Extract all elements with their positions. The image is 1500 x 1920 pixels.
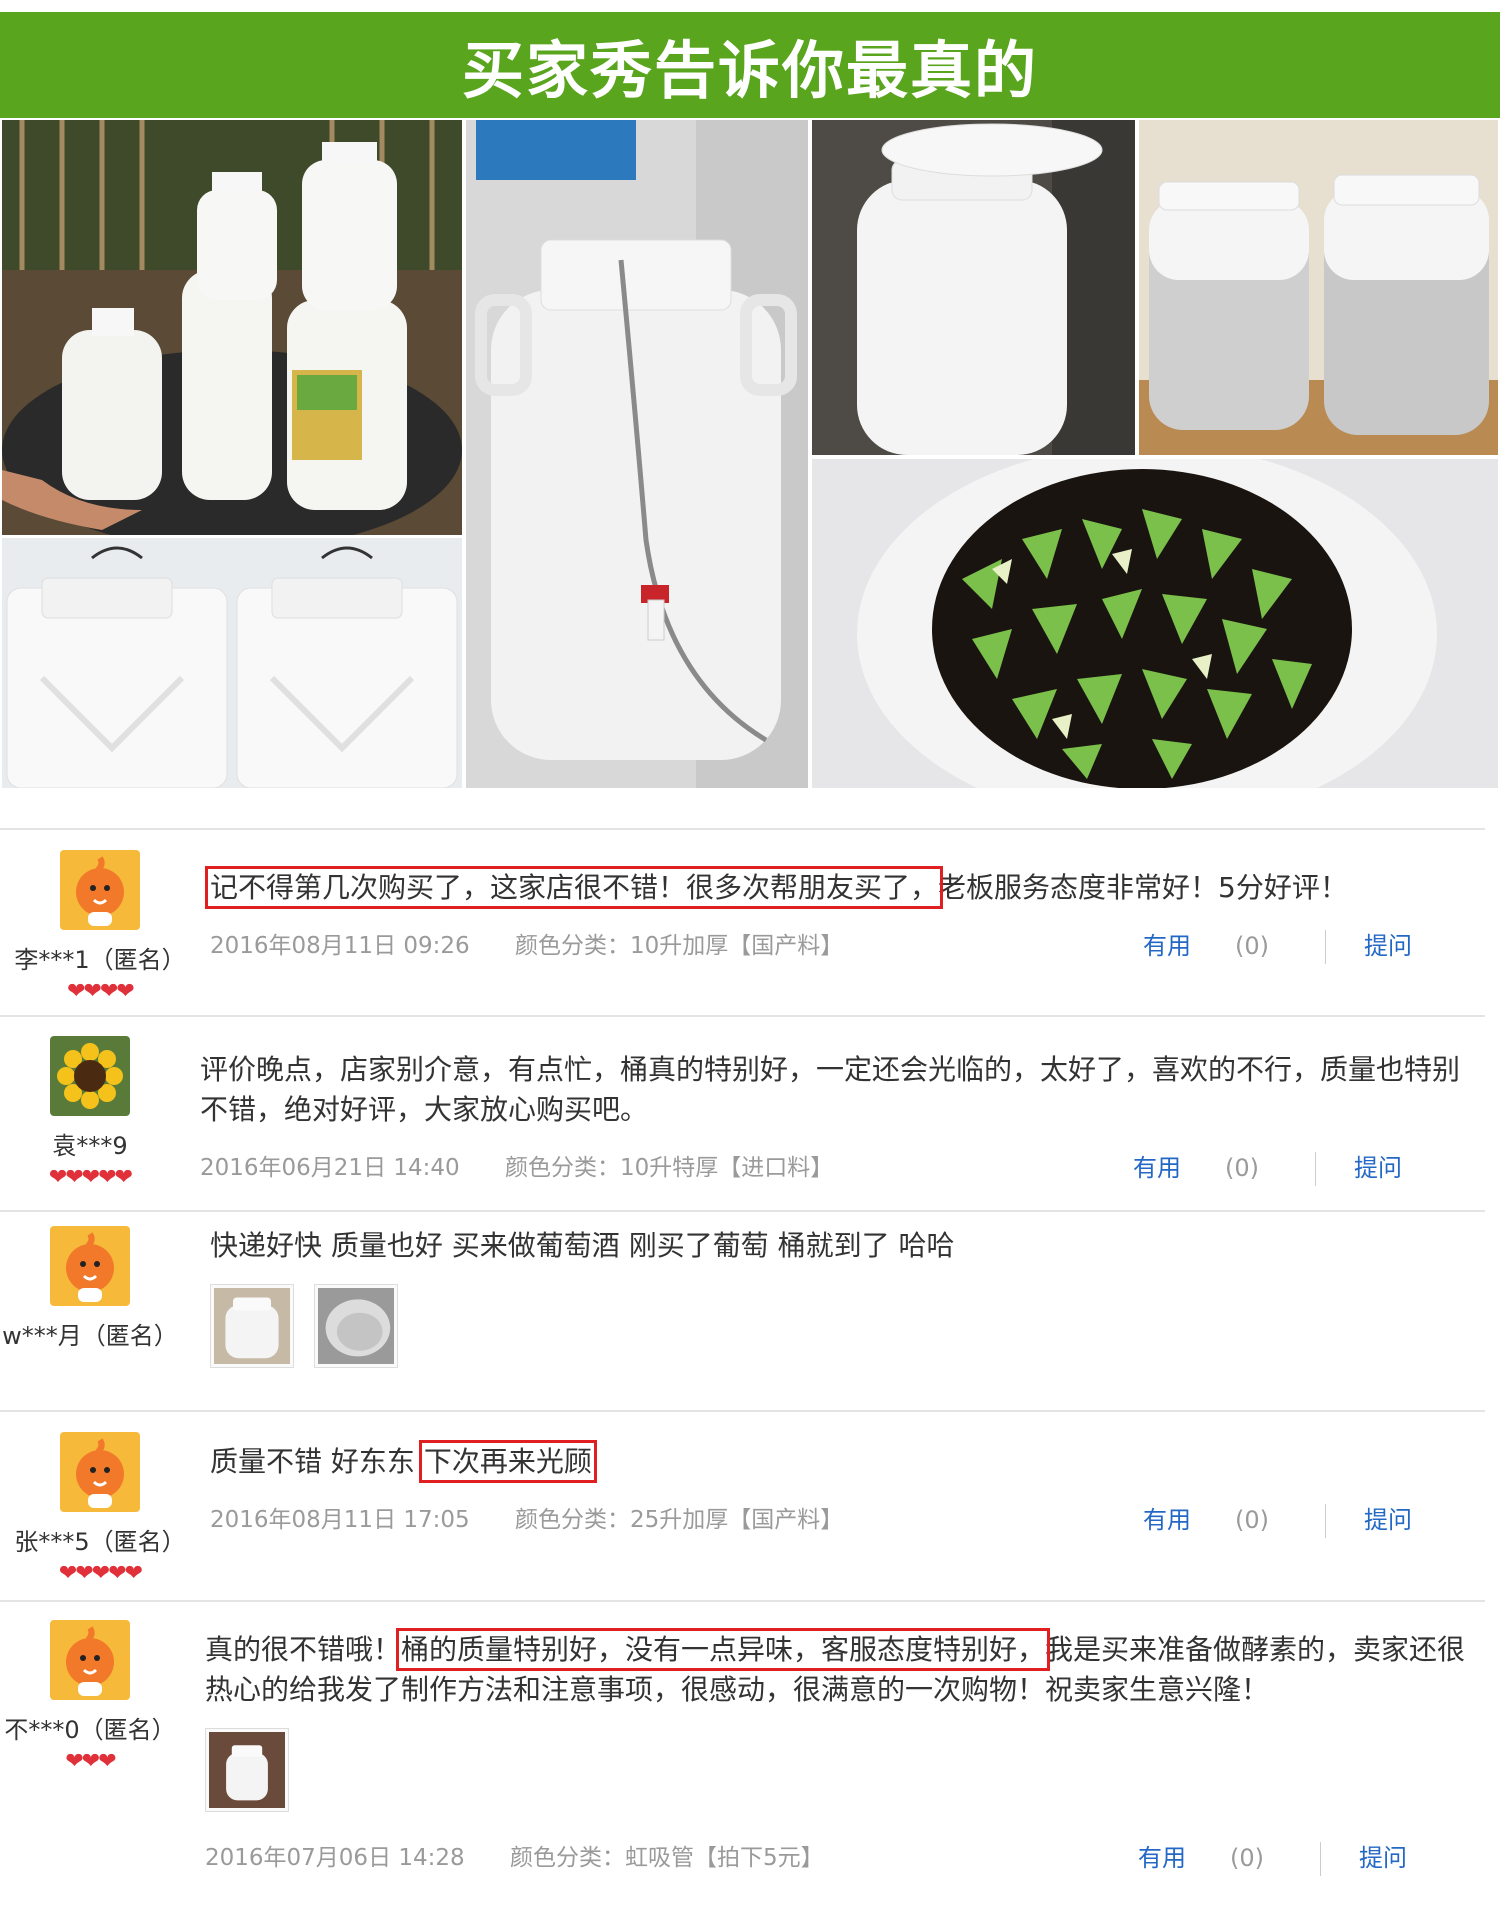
ask-button[interactable]: 提问 — [1354, 1154, 1402, 1182]
photo-apple-enzyme[interactable] — [812, 459, 1498, 788]
useful-count: (0) — [1225, 1154, 1259, 1182]
rating-hearts: ❤❤❤❤❤ — [48, 1165, 133, 1190]
useful-count: (0) — [1230, 1844, 1264, 1872]
useful-button[interactable]: 有用 — [1143, 932, 1191, 960]
rating-hearts: ❤❤❤ — [65, 1749, 116, 1774]
review-actions: 有用 (0) 提问 — [1138, 1838, 1445, 1876]
review-content: 评价晚点，店家别介意，有点忙，桶真的特别好，一定还会光临的，太好了，喜欢的不行，… — [200, 1050, 1470, 1186]
highlighted-text: 桶的质量特别好，没有一点异味，客服态度特别好， — [396, 1628, 1051, 1671]
photo-barrel-open[interactable] — [812, 120, 1135, 455]
avatar[interactable] — [50, 1036, 130, 1116]
review-text: 真的很不错哦！桶的质量特别好，没有一点异味，客服态度特别好，我是买来准备做酵素的… — [205, 1628, 1475, 1710]
separator — [1315, 1152, 1316, 1186]
review-photo-thumb[interactable] — [210, 1284, 294, 1368]
review-meta: 2016年08月11日 09:26 颜色分类：10升加厚【国产料】 有用 (0) 提… — [210, 926, 1480, 964]
review-content: 快递好快 质量也好 买来做葡萄酒 刚买了葡萄 桶就到了 哈哈 — [210, 1226, 1480, 1368]
reviewer-name: 张***5（匿名） — [14, 1528, 186, 1556]
review-item: 李***1（匿名） ❤❤❤❤ 记不得第几次购买了，这家店很不错！很多次帮朋友买了… — [0, 850, 1500, 1005]
reviewer-name: 不***0（匿名） — [4, 1716, 176, 1744]
review-date: 2016年06月21日 14:40 — [200, 1155, 460, 1181]
review-spec: 颜色分类：虹吸管【拍下5元】 — [509, 1845, 824, 1871]
photo-jugs-table[interactable] — [2, 120, 462, 535]
review-content: 记不得第几次购买了，这家店很不错！很多次帮朋友买了，老板服务态度非常好！5分好评… — [204, 866, 1480, 964]
useful-button[interactable]: 有用 — [1138, 1844, 1186, 1872]
review-date: 2016年07月06日 14:28 — [205, 1845, 465, 1871]
avatar[interactable] — [60, 850, 140, 930]
reviewer-name: 袁***9 — [52, 1132, 128, 1160]
reviewer-name: w***月（匿名） — [2, 1322, 178, 1350]
review-text-pre: 质量不错 好东东 — [210, 1445, 424, 1478]
review-actions: 有用 (0) 提问 — [1143, 926, 1450, 964]
ask-button[interactable]: 提问 — [1359, 1844, 1407, 1872]
separator — [1325, 1504, 1326, 1538]
banner-title: 买家秀告诉你最真的 — [461, 34, 1038, 107]
reviewer-name: 李***1（匿名） — [14, 946, 186, 974]
ask-button[interactable]: 提问 — [1364, 1506, 1412, 1534]
useful-button[interactable]: 有用 — [1133, 1154, 1181, 1182]
review-text: 快递好快 质量也好 买来做葡萄酒 刚买了葡萄 桶就到了 哈哈 — [210, 1229, 955, 1262]
review-date: 2016年08月11日 17:05 — [210, 1507, 470, 1533]
avatar[interactable] — [50, 1226, 130, 1306]
review-date: 2016年08月11日 09:26 — [210, 933, 470, 959]
reviewer-info: 张***5（匿名） ❤❤❤❤❤ — [0, 1432, 200, 1586]
avatar[interactable] — [50, 1620, 130, 1700]
highlighted-text: 下次再来光顾 — [418, 1440, 597, 1483]
review-meta: 2016年06月21日 14:40 颜色分类：10升特厚【进口料】 有用 (0) 提… — [200, 1148, 1470, 1186]
divider — [0, 1410, 1485, 1412]
review-photos — [210, 1284, 1480, 1368]
review-photo-thumb[interactable] — [314, 1284, 398, 1368]
review-meta: 2016年07月06日 14:28 颜色分类：虹吸管【拍下5元】 有用 (0) 提问 — [205, 1838, 1475, 1876]
highlighted-text: 记不得第几次购买了，这家店很不错！很多次帮朋友买了， — [204, 866, 944, 909]
useful-button[interactable]: 有用 — [1143, 1506, 1191, 1534]
ask-button[interactable]: 提问 — [1364, 932, 1412, 960]
review-text-rest: 老板服务态度非常好！5分好评！ — [938, 871, 1348, 904]
useful-count: (0) — [1235, 1506, 1269, 1534]
reviewer-info: 李***1（匿名） ❤❤❤❤ — [0, 850, 200, 1004]
rating-hearts: ❤❤❤❤❤ — [58, 1561, 143, 1586]
review-item: 张***5（匿名） ❤❤❤❤❤ 质量不错 好东东 下次再来光顾 2016年08月… — [0, 1432, 1500, 1607]
review-content: 真的很不错哦！桶的质量特别好，没有一点异味，客服态度特别好，我是买来准备做酵素的… — [205, 1628, 1475, 1876]
photo-gallery — [0, 118, 1500, 788]
review-text: 记不得第几次购买了，这家店很不错！很多次帮朋友买了，老板服务态度非常好！5分好评… — [204, 866, 1480, 909]
review-text: 评价晚点，店家别介意，有点忙，桶真的特别好，一定还会光临的，太好了，喜欢的不行，… — [200, 1053, 1461, 1126]
review-spec: 颜色分类：25升加厚【国产料】 — [514, 1507, 844, 1533]
review-item: 袁***9 ❤❤❤❤❤ 评价晚点，店家别介意，有点忙，桶真的特别好，一定还会光临… — [0, 1036, 1500, 1211]
separator — [1320, 1842, 1321, 1876]
avatar[interactable] — [60, 1432, 140, 1512]
photo-barrel-siphon[interactable] — [466, 120, 808, 788]
review-photos — [205, 1728, 1475, 1812]
review-item: w***月（匿名） 快递好快 质量也好 买来做葡萄酒 刚买了葡萄 桶就到了 哈哈 — [0, 1226, 1500, 1401]
divider — [0, 828, 1485, 830]
photo-barrels-table[interactable] — [1139, 120, 1498, 455]
review-photo-thumb[interactable] — [205, 1728, 289, 1812]
separator — [1325, 930, 1326, 964]
photo-square-jugs[interactable] — [2, 538, 462, 788]
review-text-pre: 真的很不错哦！ — [205, 1633, 402, 1666]
divider — [0, 1600, 1485, 1602]
review-spec: 颜色分类：10升特厚【进口料】 — [504, 1155, 834, 1181]
rating-hearts: ❤❤❤❤ — [67, 979, 135, 1004]
useful-count: (0) — [1235, 932, 1269, 960]
reviewer-info: w***月（匿名） — [0, 1226, 190, 1351]
review-actions: 有用 (0) 提问 — [1133, 1148, 1440, 1186]
review-meta: 2016年08月11日 17:05 颜色分类：25升加厚【国产料】 有用 (0) 提… — [210, 1500, 1480, 1538]
reviewer-info: 不***0（匿名） ❤❤❤ — [0, 1620, 190, 1774]
reviewer-info: 袁***9 ❤❤❤❤❤ — [0, 1036, 190, 1190]
divider — [0, 1015, 1485, 1017]
review-actions: 有用 (0) 提问 — [1143, 1500, 1450, 1538]
review-text: 质量不错 好东东 下次再来光顾 — [210, 1440, 1480, 1483]
review-content: 质量不错 好东东 下次再来光顾 2016年08月11日 17:05 颜色分类：2… — [210, 1440, 1480, 1538]
review-item: 不***0（匿名） ❤❤❤ 真的很不错哦！桶的质量特别好，没有一点异味，客服态度… — [0, 1620, 1500, 1920]
divider — [0, 1210, 1485, 1212]
review-spec: 颜色分类：10升加厚【国产料】 — [514, 933, 844, 959]
banner: 买家秀告诉你最真的 — [0, 12, 1500, 118]
